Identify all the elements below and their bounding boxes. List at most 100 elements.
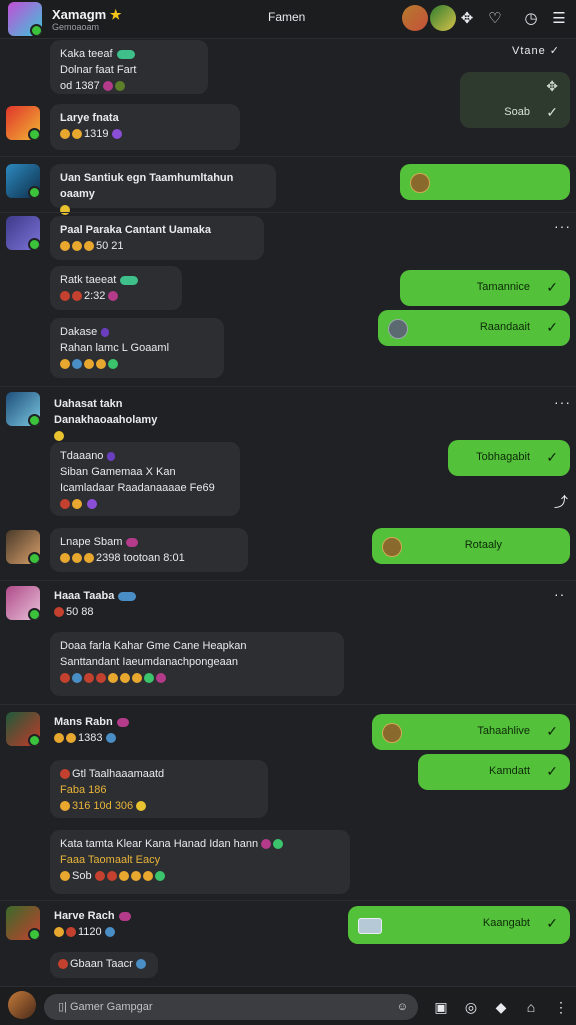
input-cursor: ▯| — [58, 1001, 70, 1013]
message-bubble[interactable]: Kata tamta Klear Kana Hanad Idan hann Fa… — [50, 830, 350, 894]
outgoing-text: Kaangabt — [482, 917, 530, 929]
outgoing-text: Rotaaly — [464, 539, 502, 551]
message-bubble[interactable]: Haaa Taaba 50 88 — [50, 586, 210, 626]
outgoing-bubble[interactable]: Tobhagabit ✓ — [448, 440, 570, 476]
check-icon: ✓ — [546, 763, 558, 779]
message-sender: Harve Rach — [54, 910, 115, 922]
message-sender: Gtl Taalhaaamaatd — [72, 768, 165, 780]
message-text: Kata tamta Klear Kana Hanad Idan hann — [60, 838, 259, 850]
message-bubble[interactable]: Gtl Taalhaaamaatd Faba 186 316 10d 306 — [50, 760, 268, 818]
check-icon: ✓ — [546, 319, 558, 335]
location-icon[interactable]: ◆ — [490, 996, 512, 1018]
message-bubble[interactable]: Lnape Sbam 2398 tootoan 8:01 — [50, 528, 248, 572]
message-sender: Larye fnata — [60, 112, 119, 124]
more-options-icon[interactable]: ·· — [554, 586, 565, 602]
message-sender: Haaa Taaba — [54, 590, 115, 602]
message-meta: 316 10d 306 — [72, 800, 134, 812]
outgoing-bubble[interactable]: Tamannice ✓ — [400, 270, 570, 306]
message-bubble[interactable]: Larye fnata 1319 — [50, 104, 240, 150]
message-bubble[interactable]: Ratk taeeat 2:32 — [50, 266, 182, 310]
message-text: Icamladaar Raadanaaaae Fe69 — [60, 482, 215, 494]
message-text: Doaa farla Kahar Gme Cane Heapkan — [60, 640, 247, 652]
outgoing-bubble[interactable]: Raandaait ✓ — [378, 310, 570, 346]
message-sender: Tdaaano — [60, 450, 104, 462]
bottom-bar: ▯| Gamer Gampgar ☺ ▣ ◎ ◆ ⌂ ⋮ — [0, 986, 576, 1025]
message-meta: 1120 — [78, 926, 102, 938]
avatar[interactable] — [6, 106, 40, 140]
message-meta: 2:32 — [84, 290, 106, 302]
message-bubble[interactable]: Mans Rabn 1383 — [50, 712, 210, 752]
message-bubble[interactable]: Tdaaano Siban Gamemaa X Kan Icamladaar R… — [50, 442, 240, 516]
center-title: Famen — [268, 10, 306, 24]
gallery-icon[interactable]: ▣ — [430, 996, 452, 1018]
outgoing-bubble[interactable]: Kaangabt ✓ — [348, 906, 570, 944]
message-text: Santtandant Iaeumdanachpongeaan — [60, 656, 238, 668]
message-text: Faba 186 — [60, 784, 107, 796]
message-bubble[interactable]: Harve Rach 1120 — [50, 906, 210, 946]
avatar[interactable] — [8, 2, 42, 36]
outgoing-text: Tamannice — [476, 281, 530, 293]
check-icon: ✓ — [546, 915, 558, 931]
avatar[interactable] — [6, 392, 40, 426]
message-meta: od 1387 — [60, 80, 100, 92]
avatar[interactable] — [6, 530, 40, 564]
puzzle-icon[interactable]: ✥ — [454, 5, 480, 31]
outgoing-text: Tobhagabit — [476, 451, 530, 463]
camera-icon[interactable]: ◎ — [460, 996, 482, 1018]
check-icon: ✓ — [546, 723, 558, 739]
message-text: Gbaan Taacr — [70, 958, 133, 970]
avatar[interactable] — [8, 991, 36, 1019]
emoji-icon[interactable]: ☺ — [397, 994, 408, 1020]
outgoing-text: Kamdatt — [489, 765, 530, 777]
message-sender: Dakase — [60, 326, 98, 338]
check-icon: ✓ — [546, 279, 558, 295]
avatar-stack-icon[interactable] — [402, 5, 428, 31]
message-bubble[interactable]: Kaka teeaf Dolnar faat Fart od 1387 — [50, 40, 208, 94]
more-options-icon[interactable]: ··· — [554, 218, 571, 234]
clock-icon[interactable]: ◷ — [518, 5, 544, 31]
message-bubble[interactable]: Uan Santiuk egn Taamhumltahun oaamy — [50, 164, 276, 216]
chat-title[interactable]: Xamagm ★ — [52, 7, 121, 23]
more-icon[interactable]: ⋮ — [550, 996, 572, 1018]
message-bubble[interactable]: Gbaan Taacr — [50, 952, 158, 978]
menu-icon[interactable]: ☰ — [546, 5, 572, 31]
message-sender: Mans Rabn — [54, 716, 113, 728]
message-bubble[interactable]: Uahasat takn Danakhaoaaholamy — [50, 394, 230, 442]
message-bubble[interactable]: Paal Paraka Cantant Uamaka 50 21 — [50, 216, 264, 260]
message-sender: Uahasat takn Danakhaoaaholamy — [54, 398, 158, 426]
avatar[interactable] — [6, 164, 40, 198]
avatar-stack-icon-2[interactable] — [430, 5, 456, 31]
message-input[interactable]: ▯| Gamer Gampgar ☺ — [44, 994, 418, 1020]
message-sender: Uan Santiuk egn Taamhumltahun oaamy — [60, 172, 234, 200]
message-bubble[interactable]: Doaa farla Kahar Gme Cane Heapkan Santta… — [50, 632, 344, 696]
outgoing-text: Tahaahlive — [477, 725, 530, 737]
message-sender: Lnape Sbam — [60, 536, 123, 548]
avatar[interactable] — [6, 712, 40, 746]
outgoing-text: Raandaait — [479, 321, 530, 333]
check-icon: ✓ — [546, 449, 558, 465]
message-meta: 2398 tootoan 8:01 — [96, 552, 185, 564]
avatar[interactable] — [6, 216, 40, 250]
message-bubble[interactable]: Dakase Rahan lamc L Goaaml — [50, 318, 224, 378]
message-sender: Paal Paraka Cantant Uamaka — [60, 224, 212, 236]
message-sender: Kaka teeaf — [60, 48, 113, 60]
chat-subtitle: Gemoaoam — [52, 22, 100, 32]
outgoing-bubble[interactable]: Kamdatt ✓ — [418, 754, 570, 790]
outgoing-bubble[interactable] — [400, 164, 570, 200]
message-meta: 50 21 — [96, 240, 124, 252]
share-icon[interactable]: ⤴ — [554, 492, 569, 512]
heart-icon[interactable]: ♡ — [482, 5, 508, 31]
message-text: Dolnar faat Fart — [60, 64, 137, 76]
message-meta: 1383 — [78, 732, 103, 744]
message-text: Faaa Taomaalt Eacy — [60, 854, 161, 866]
avatar[interactable] — [6, 906, 40, 940]
more-options-icon[interactable]: ··· — [554, 394, 571, 410]
outgoing-bubble[interactable]: ✥ Soab ✓ — [460, 72, 570, 128]
message-text: Rahan lamc L Goaaml — [60, 342, 170, 354]
outgoing-bubble[interactable]: Rotaaly — [372, 528, 570, 564]
avatar[interactable] — [6, 586, 40, 620]
message-text: Siban Gamemaa X Kan — [60, 466, 176, 478]
time-label: Vtane ✓ — [512, 45, 561, 57]
outgoing-bubble[interactable]: Tahaahlive ✓ — [372, 714, 570, 750]
mic-icon[interactable]: ⌂ — [520, 996, 542, 1018]
